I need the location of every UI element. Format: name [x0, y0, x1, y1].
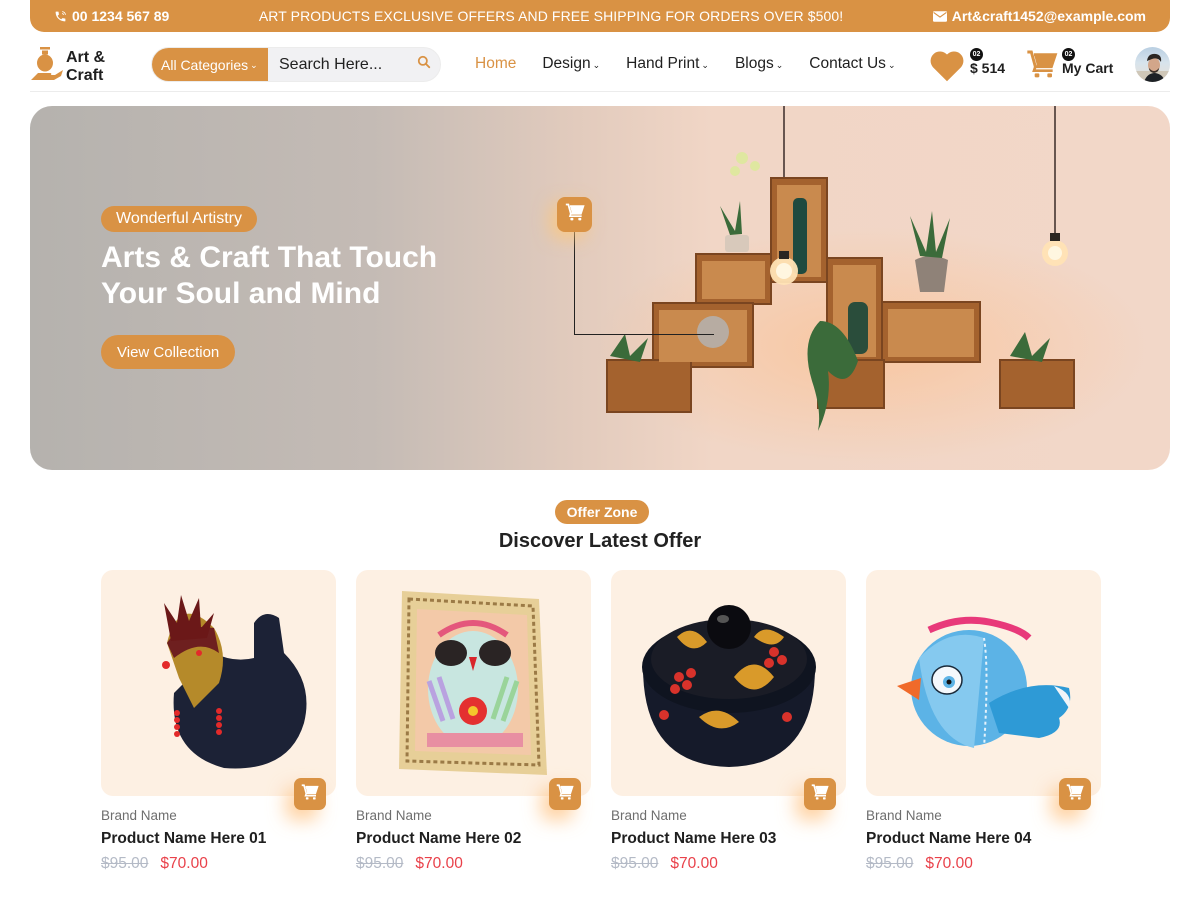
- painted-bowl-image: [641, 605, 816, 767]
- chevron-down-icon: ⌄: [592, 59, 601, 70]
- chevron-down-icon: ⌄: [701, 59, 709, 70]
- cart-icon: [565, 202, 585, 227]
- nav-label: Design: [542, 55, 591, 72]
- wishlist-amount: $ 514: [970, 60, 1006, 76]
- nav-blogs[interactable]: Blogs ⌄: [735, 55, 783, 73]
- search-input[interactable]: [268, 48, 408, 81]
- hero-hotspot-cart-button[interactable]: [557, 197, 592, 232]
- nav-label: Home: [475, 55, 517, 72]
- owl-painting-image: [398, 591, 547, 775]
- category-label: All Categories: [161, 56, 249, 73]
- promo-text: ART PRODUCTS EXCLUSIVE OFFERS AND FREE S…: [258, 8, 844, 24]
- nav-design[interactable]: Design ⌄: [542, 55, 600, 73]
- mail-icon: [932, 10, 947, 22]
- add-to-cart-button[interactable]: [804, 778, 836, 810]
- section-title: Discover Latest Offer: [498, 530, 702, 552]
- cart-button[interactable]: 02 My Cart: [1026, 48, 1113, 85]
- product-price: $95.00 $70.00: [101, 855, 336, 873]
- email-address: Art&craft1452@example.com: [951, 8, 1146, 24]
- heart-icon: [928, 48, 966, 87]
- offer-zone-tag: Offer Zone: [555, 500, 649, 524]
- cart-label: My Cart: [1062, 60, 1114, 76]
- search-icon: [417, 55, 431, 74]
- rooster-figurine-image: [161, 595, 306, 769]
- search-button[interactable]: [408, 48, 440, 81]
- sale-price: $70.00: [925, 855, 973, 872]
- cart-icon: [1026, 48, 1058, 85]
- phone-contact[interactable]: 00 1234 567 89: [54, 8, 169, 24]
- nav-label: Hand Print: [626, 55, 700, 72]
- promo-topbar: 00 1234 567 89 ART PRODUCTS EXCLUSIVE OF…: [30, 0, 1170, 32]
- view-collection-button[interactable]: View Collection: [101, 335, 236, 369]
- logo[interactable]: Art & Craft: [30, 46, 105, 87]
- hotspot-connector-line: [574, 232, 714, 335]
- product-name[interactable]: Product Name Here 01: [101, 830, 336, 848]
- product-card[interactable]: Brand Name Product Name Here 02 $95.00 $…: [356, 570, 591, 873]
- original-price: $95.00: [101, 855, 149, 872]
- cart-icon: [1066, 783, 1084, 806]
- chevron-down-icon: ⌄: [775, 59, 784, 70]
- user-avatar[interactable]: [1135, 47, 1170, 82]
- product-image[interactable]: [611, 570, 846, 810]
- vase-in-hand-icon: [30, 46, 64, 87]
- product-card[interactable]: Brand Name Product Name Here 01 $95.00 $…: [101, 570, 336, 873]
- nav-label: Blogs: [734, 55, 774, 72]
- add-to-cart-button[interactable]: [294, 778, 326, 810]
- hero-banner: Wonderful Artistry Arts & Craft That Tou…: [30, 106, 1170, 470]
- product-card[interactable]: Brand Name Product Name Here 04 $95.00 $…: [866, 570, 1101, 873]
- add-to-cart-button[interactable]: [1059, 778, 1091, 810]
- wishlist-button[interactable]: 02 $ 514: [928, 48, 1005, 87]
- product-image[interactable]: [101, 570, 336, 810]
- original-price: $95.00: [866, 855, 914, 872]
- cart-icon: [301, 783, 319, 806]
- product-brand: Brand Name: [356, 808, 432, 823]
- product-card[interactable]: Brand Name Product Name Here 03 $95.00 $…: [611, 570, 846, 873]
- sale-price: $70.00: [670, 855, 718, 872]
- product-name[interactable]: Product Name Here 04: [866, 830, 1101, 848]
- phone-number: 00 1234 567 89: [72, 8, 170, 24]
- product-image[interactable]: [356, 570, 591, 810]
- product-brand: Brand Name: [611, 808, 687, 823]
- phone-icon: [54, 10, 67, 23]
- chevron-down-icon: ⌄: [250, 60, 258, 70]
- logo-line-1: Art &: [66, 48, 106, 66]
- product-image[interactable]: [866, 570, 1101, 810]
- hero-title-line-1: Arts & Craft That Touch: [101, 241, 438, 274]
- cart-icon: [556, 783, 574, 806]
- sale-price: $70.00: [415, 855, 463, 872]
- product-price: $95.00 $70.00: [611, 855, 846, 873]
- hero-tag: Wonderful Artistry: [101, 206, 257, 232]
- email-contact[interactable]: Art&craft1452@example.com: [932, 8, 1146, 24]
- original-price: $95.00: [356, 855, 404, 872]
- nav-home[interactable]: Home: [475, 55, 516, 73]
- nav-contact-us[interactable]: Contact Us ⌄: [809, 55, 895, 73]
- product-brand: Brand Name: [101, 808, 177, 823]
- nav-label: Contact Us: [809, 55, 886, 72]
- add-to-cart-button[interactable]: [549, 778, 581, 810]
- product-price: $95.00 $70.00: [866, 855, 1101, 873]
- product-name[interactable]: Product Name Here 03: [611, 830, 846, 848]
- sale-price: $70.00: [160, 855, 208, 872]
- nav-hand-print[interactable]: Hand Print ⌄: [626, 55, 709, 73]
- main-nav: Home Design ⌄ Hand Print ⌄ Blogs ⌄ Conta…: [475, 55, 895, 73]
- product-price: $95.00 $70.00: [356, 855, 591, 873]
- blue-bird-image: [896, 616, 1070, 749]
- search-bar: All Categories ⌄: [151, 47, 441, 82]
- hero-title-line-2: Your Soul and Mind: [101, 277, 381, 310]
- logo-text: Art & Craft: [66, 49, 105, 85]
- product-brand: Brand Name: [866, 808, 942, 823]
- logo-line-2: Craft: [66, 66, 104, 84]
- cart-icon: [811, 783, 829, 806]
- chevron-down-icon: ⌄: [887, 59, 896, 70]
- product-list: Brand Name Product Name Here 01 $95.00 $…: [101, 570, 1101, 873]
- original-price: $95.00: [611, 855, 659, 872]
- hero-title: Arts & Craft That Touch Your Soul and Mi…: [101, 240, 521, 312]
- category-dropdown[interactable]: All Categories ⌄: [152, 48, 268, 81]
- site-header: Art & Craft All Categories ⌄ Home Design…: [30, 38, 1170, 92]
- product-name[interactable]: Product Name Here 02: [356, 830, 591, 848]
